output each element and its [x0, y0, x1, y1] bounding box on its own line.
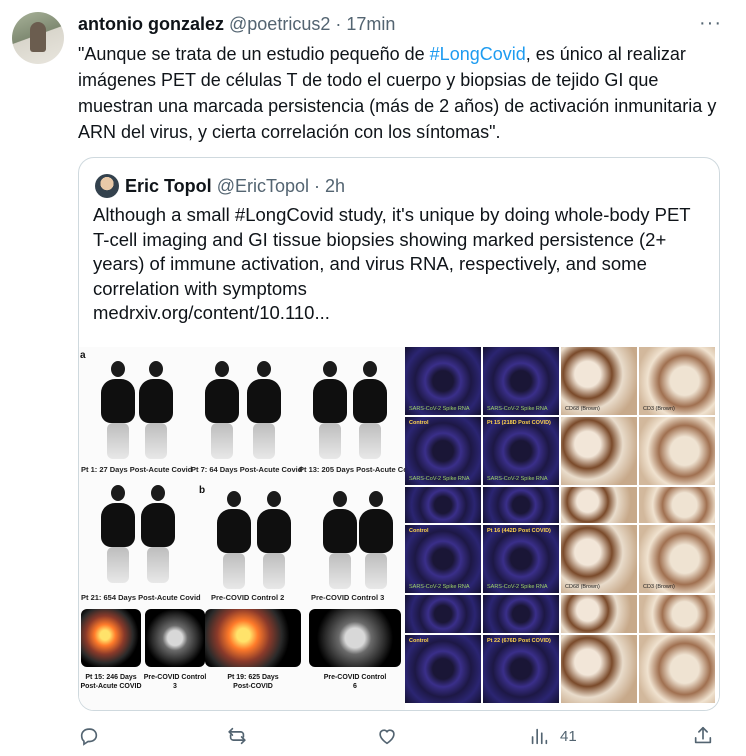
- pet-scan-panel: a Pt 1: 27 Days Post-Acute Covid Pt 7: 6…: [79, 347, 419, 710]
- bar-chart-icon: [531, 728, 548, 745]
- fluorescence-tile: [483, 595, 559, 633]
- quoted-link[interactable]: medrxiv.org/content/10.110...: [93, 302, 330, 323]
- pet-label: Pt 13: 205 Days Post-Acute Covid: [299, 465, 419, 474]
- pet-label: Pt 7: 64 Days Post-Acute Covid: [191, 465, 303, 474]
- author-handle[interactable]: @poetricus2: [229, 14, 330, 34]
- time-separator: ·: [335, 14, 342, 34]
- ihc-tile: [561, 417, 637, 485]
- pet-label: Pre-COVID Control 2: [211, 593, 285, 602]
- pet-body-figure: [121, 357, 191, 462]
- ihc-tile: [639, 595, 715, 633]
- fluorescence-tile: SARS-CoV-2 Spike RNA: [483, 347, 559, 415]
- fluorescence-tile: SARS-CoV-2 Spike RNA: [405, 347, 481, 415]
- pet-body-figure: [335, 357, 405, 462]
- ihc-tile: [561, 595, 637, 633]
- quoted-time-separator: ·: [314, 176, 321, 196]
- ct-label: Pt 19: 625 Days Post-COVID: [227, 674, 279, 690]
- quoted-tweet-text: Although a small #LongCovid study, it's …: [93, 203, 703, 326]
- more-options-icon[interactable]: ···: [699, 12, 722, 35]
- ihc-tile: CD68 (Brown): [561, 347, 637, 415]
- tweet-actions-bar: 41: [0, 720, 746, 752]
- fluorescence-tile: [405, 487, 481, 523]
- reply-button[interactable]: [78, 720, 110, 752]
- ihc-tile: [639, 635, 715, 703]
- share-icon: [694, 726, 712, 744]
- avatar-figure: [30, 22, 46, 52]
- ihc-tile: [561, 635, 637, 703]
- fluorescence-tile: Pt 16 (442D Post COVID) SARS-CoV-2 Spike …: [483, 525, 559, 593]
- hashtag-link[interactable]: #LongCovid: [430, 44, 526, 64]
- ihc-tile: CD68 (Brown): [561, 525, 637, 593]
- heart-icon: [379, 729, 395, 745]
- quoted-tweet-time[interactable]: 2h: [325, 176, 345, 196]
- views-count: 41: [560, 727, 577, 745]
- ct-scan-image: [205, 609, 301, 667]
- reply-icon: [80, 728, 98, 746]
- ct-scan-image: [309, 609, 401, 667]
- fluorescence-tile: Pt 22 (676D Post COVID): [483, 635, 559, 703]
- ihc-tile: [639, 417, 715, 485]
- ihc-tile: CD3 (Brown): [639, 525, 715, 593]
- tweet-text-part1: "Aunque se trata de un estudio pequeño d…: [78, 44, 430, 64]
- tweet-text: "Aunque se trata de un estudio pequeño d…: [78, 41, 718, 145]
- pet-label: Pt 1: 27 Days Post-Acute Covid: [81, 465, 193, 474]
- fluorescence-tile: [483, 487, 559, 523]
- views-button[interactable]: 41: [528, 720, 577, 752]
- pet-body-figure: [123, 481, 193, 586]
- fluorescence-tile: [405, 595, 481, 633]
- retweet-button[interactable]: [226, 720, 258, 752]
- tweet-time[interactable]: 17min: [346, 14, 395, 34]
- pet-label: Pt 21: 654 Days Post-Acute Covid: [81, 593, 201, 602]
- fluorescence-tile: Pt 15 (218D Post COVID) SARS-CoV-2 Spike …: [483, 417, 559, 485]
- ct-label: Pre-COVID Control 6: [323, 674, 387, 690]
- ct-scan-image: [81, 609, 141, 667]
- quoted-author-name[interactable]: Eric Topol: [125, 176, 212, 196]
- like-button[interactable]: [376, 720, 408, 752]
- ihc-tile: [561, 487, 637, 523]
- fluorescence-tile: Control SARS-CoV-2 Spike RNA: [405, 417, 481, 485]
- pet-label: Pre-COVID Control 3: [311, 593, 385, 602]
- pet-body-figure: [341, 487, 411, 592]
- fluorescence-tile: Control SARS-CoV-2 Spike RNA: [405, 525, 481, 593]
- quoted-tweet[interactable]: Eric Topol @EricTopol · 2h Although a sm…: [78, 157, 720, 711]
- quoted-media-image[interactable]: a Pt 1: 27 Days Post-Acute Covid Pt 7: 6…: [79, 347, 719, 710]
- tweet-header: antonio gonzalez @poetricus2 · 17min: [78, 13, 395, 35]
- tissue-biopsy-panel: SARS-CoV-2 Spike RNA SARS-CoV-2 Spike RN…: [405, 347, 719, 710]
- pet-body-figure: [229, 357, 299, 462]
- ihc-tile: [639, 487, 715, 523]
- pet-body-figure: [239, 487, 309, 592]
- fluorescence-tile: Control: [405, 635, 481, 703]
- author-avatar[interactable]: [12, 12, 64, 64]
- quoted-tweet-header: Eric Topol @EricTopol · 2h: [125, 174, 345, 198]
- quoted-author-avatar[interactable]: [95, 174, 119, 198]
- ct-label: Pre-COVID Control 3: [143, 674, 207, 690]
- author-name[interactable]: antonio gonzalez: [78, 14, 224, 34]
- share-button[interactable]: [692, 720, 714, 752]
- quoted-author-handle[interactable]: @EricTopol: [217, 176, 309, 196]
- ct-scan-image: [145, 609, 205, 667]
- ct-label: Pt 15: 246 Days Post-Acute COVID: [80, 674, 142, 690]
- quoted-text-body: Although a small #LongCovid study, it's …: [93, 204, 691, 299]
- retweet-icon: [228, 727, 246, 745]
- ihc-tile: CD3 (Brown): [639, 347, 715, 415]
